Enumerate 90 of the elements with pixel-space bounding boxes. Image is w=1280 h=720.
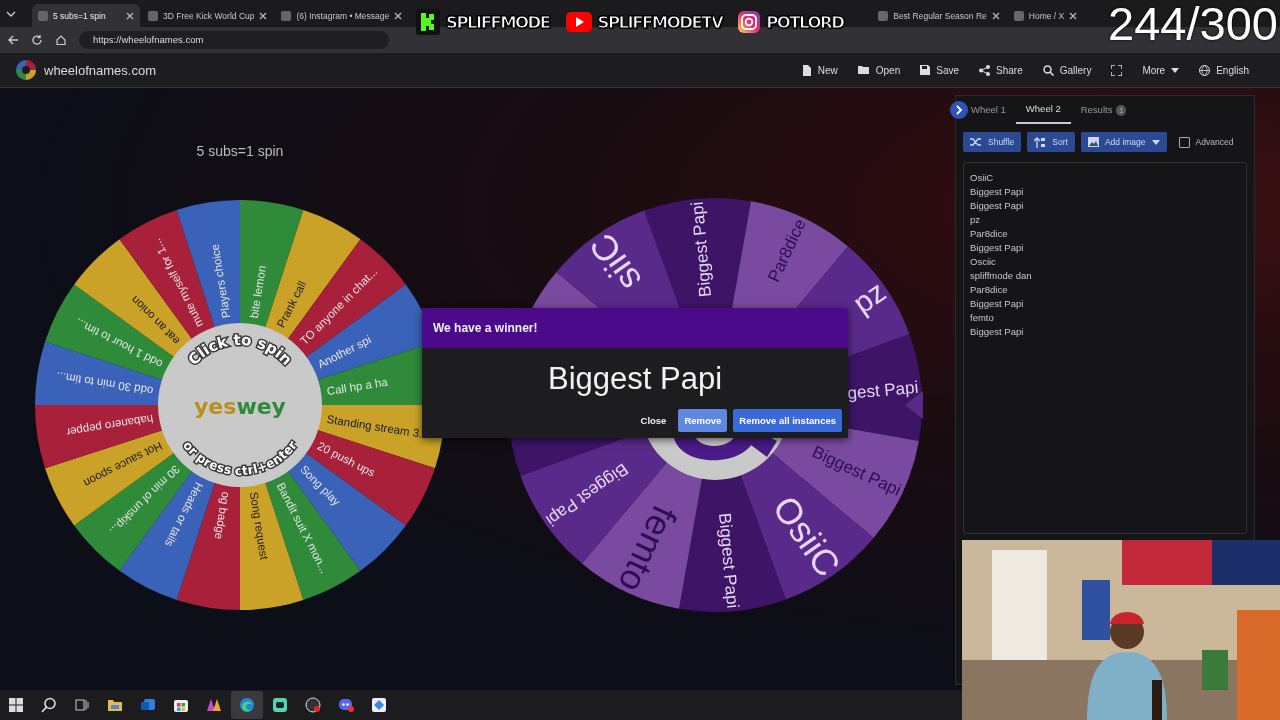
favicon-icon: [1013, 10, 1024, 21]
tool-button[interactable]: Add image: [1080, 132, 1167, 152]
collapse-icon[interactable]: [950, 101, 968, 119]
channel-name: SPLIFFMODE: [446, 12, 550, 32]
browser-tab[interactable]: (6) Instagram • Message: [275, 4, 409, 27]
app-icon: [206, 697, 222, 713]
winner-name: Biggest Papi: [546, 360, 724, 398]
checkbox[interactable]: [1178, 136, 1190, 148]
close-icon[interactable]: [991, 11, 1000, 20]
channel-name: SPLIFFMODETV: [597, 12, 723, 32]
close-icon[interactable]: [126, 11, 134, 20]
kick-icon: [416, 9, 440, 35]
chevron-icon[interactable]: [6, 9, 16, 18]
save-icon: [920, 65, 931, 75]
tool-button[interactable]: Sort: [1027, 132, 1075, 152]
app-icon: [338, 697, 354, 713]
browser-tab[interactable]: Best Regular Season Re: [872, 4, 1006, 27]
favicon-icon: [878, 10, 889, 21]
logo-icon[interactable]: [15, 59, 37, 81]
wheel-label: pz: [846, 274, 892, 320]
app-icon: [173, 697, 189, 713]
globe-icon: [1199, 64, 1211, 76]
dialog-button[interactable]: Remove all instances: [733, 409, 842, 432]
wheel-label: Call hp a ha: [326, 375, 389, 398]
caret-icon: [1151, 139, 1160, 145]
app-icon: [74, 697, 90, 713]
shuffle-icon: [970, 137, 982, 147]
browser-tab[interactable]: 5 subs=1 spin: [32, 4, 140, 27]
browser-tab[interactable]: 3D Free Kick World Cup: [142, 4, 274, 27]
wheel-label: 20 push ups: [315, 439, 377, 479]
checkbox-label[interactable]: Advanced: [1195, 137, 1234, 147]
fullscreen-icon: [1111, 64, 1123, 76]
menu-button[interactable]: New: [793, 61, 846, 79]
close-icon[interactable]: [394, 11, 403, 20]
search-icon: [41, 697, 57, 713]
app-icon: [239, 697, 255, 713]
app-icon: [305, 697, 321, 713]
menu-button[interactable]: Gallery: [1034, 61, 1100, 79]
menu-button[interactable]: Save: [912, 61, 967, 79]
wheel-label: Biggest Papi: [715, 512, 743, 610]
entries-field[interactable]: OsiiC Biggest Papi Biggest Papi pz Par8dice Biggest Papi Osciic spliffmode dan Par8dice Biggest Papi femto Biggest Papi: [963, 162, 1247, 534]
favicon-icon: [38, 10, 48, 21]
tool-button[interactable]: Shuffle: [963, 132, 1022, 152]
youtube-icon: [565, 12, 592, 32]
app-icon: [140, 697, 156, 713]
close-icon[interactable]: [259, 11, 268, 20]
favicon-icon: [148, 10, 158, 21]
sort-icon: [1034, 136, 1047, 148]
instagram-icon: [738, 11, 761, 33]
address-field[interactable]: https://wheelofnames.com: [79, 31, 389, 49]
favicon-icon: [281, 10, 292, 21]
panel-tab[interactable]: Wheel 1: [971, 96, 1016, 124]
sub-counter: 244/300: [1108, 0, 1278, 51]
back-icon[interactable]: [7, 34, 19, 46]
app-icon: [107, 697, 123, 713]
wheel-title: 5 subs=1 spin: [195, 143, 285, 161]
folder-icon: [857, 65, 870, 75]
file-icon: [801, 64, 812, 76]
menu-button[interactable]: Open: [849, 61, 909, 79]
reload-icon[interactable]: [31, 34, 43, 46]
wheel-label: Players choice: [208, 243, 233, 319]
app-icon: [371, 697, 387, 713]
hub-logo: yeswey: [194, 393, 286, 419]
wheel-label: og badge: [212, 491, 233, 541]
menu-button[interactable]: Share: [971, 61, 1031, 79]
search-icon: [1042, 64, 1054, 76]
panel-tab[interactable]: Wheel 2: [1015, 96, 1071, 124]
wheel-label: gest Papi: [846, 377, 920, 403]
channel-name: POTLORD: [766, 12, 844, 32]
browser-tab[interactable]: Home / X: [1007, 4, 1084, 27]
dialog-button[interactable]: Close: [634, 409, 673, 432]
wheel-label: Song request: [247, 491, 271, 561]
menu-button[interactable]: English: [1191, 61, 1257, 79]
site-name[interactable]: wheelofnames.com: [44, 62, 156, 78]
wheel-label: Biggest Papi: [687, 200, 715, 298]
windows-icon: [8, 697, 24, 713]
share-icon: [979, 64, 990, 76]
wheel-label: habanero pepper: [65, 412, 154, 439]
wheel-label: bite lemon: [247, 264, 268, 319]
app-icon: [272, 697, 288, 713]
caret-icon: [1171, 67, 1180, 73]
dialog-title: We have a winner!: [433, 321, 538, 335]
home-icon[interactable]: [55, 34, 67, 46]
wheel-label: siiC: [581, 226, 650, 299]
image-icon: [1087, 137, 1099, 147]
wheel-label: odd 30 min to tim...: [55, 370, 154, 398]
wheel-label: femto: [610, 499, 686, 599]
menu-button[interactable]: More: [1134, 61, 1188, 79]
close-icon[interactable]: [1069, 11, 1078, 20]
taskbar-button[interactable]: [231, 691, 263, 719]
